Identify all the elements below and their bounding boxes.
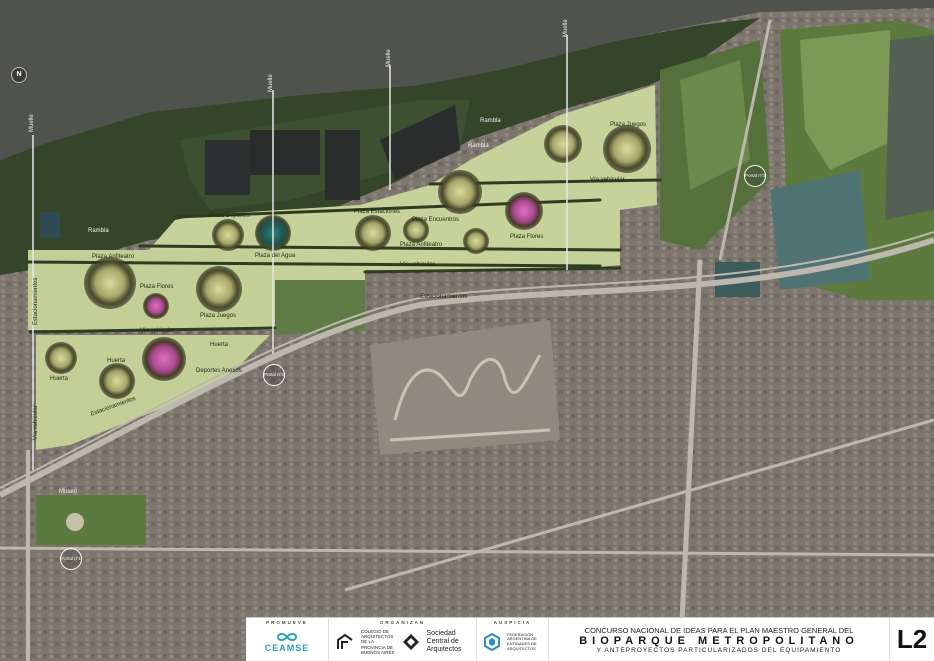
via-vehicular-label: Vía vehicular — [33, 405, 39, 440]
master-plan-map: N Muelle Muelle Muelle Muelle Rambla Ram… — [0, 0, 934, 661]
pier-label: Muelle — [268, 74, 274, 92]
promoter-block: PROMUEVE CEAMSE — [264, 620, 310, 653]
colegio-name: COLEGIO DE ARQUITECTOS DE LA PROVINCIA DE BU… — [361, 629, 395, 655]
plaza-anfiteatro-label: Plaza Anfiteatro — [400, 242, 443, 248]
plaza-juegos-label: Plaza Juegos — [200, 313, 237, 319]
via-vehicular-label: Vía vehicular — [140, 328, 175, 334]
competition-title: CONCURSO NACIONAL DE IDEAS PARA EL PLAN … — [548, 618, 889, 661]
title-line-1: CONCURSO NACIONAL DE IDEAS PARA EL PLAN … — [584, 625, 854, 635]
plaza-flores-label: Plaza Flores — [140, 284, 174, 290]
rambla-label: Rambla — [88, 228, 109, 234]
ceamse-name: CEAMSE — [264, 642, 310, 653]
portal-2-marker[interactable]: Portal nº2 — [263, 364, 285, 386]
colegio-logo-icon — [337, 633, 353, 649]
plaza-flores-label: Plaza Flores — [510, 234, 544, 240]
via-vehicular-label: Vía vehicular — [590, 177, 625, 183]
pond — [325, 130, 360, 200]
sca-logo-icon — [402, 634, 419, 650]
plaza-encuentros-label: Plaza Encuentros — [412, 217, 460, 223]
huerta-label: Huerta — [210, 342, 229, 348]
sca-name: Sociedad Central de Arquitectos — [426, 630, 462, 653]
estacionamientos-label: Estacionamientos — [420, 294, 468, 300]
pond — [205, 140, 250, 195]
north-arrow: N — [11, 67, 27, 83]
via-vehicular-label: Vía vehicular — [400, 262, 435, 268]
fadea-logo-icon — [484, 633, 500, 651]
portal-1-marker[interactable]: Portal nº1 — [60, 548, 82, 570]
pond — [250, 130, 320, 175]
pier-label: Muelle — [386, 49, 392, 67]
huerta-label: Huerta — [50, 376, 69, 382]
deportes-anexos-label: Deportes Anexos — [196, 368, 242, 374]
fadea-name: FEDERACIÓN ARGENTINA DE ENTIDADES DE ARQUIT… — [507, 631, 537, 651]
organizers-block: ORGANIZAN COLEGIO DE ARQUITECTOS DE LA PROV… — [328, 618, 476, 661]
huerta-label: Huerta — [107, 358, 126, 364]
rambla-label: Rambla — [468, 143, 489, 149]
pier-label: Muelle — [29, 114, 35, 132]
portal-3-marker[interactable]: Portal nº3 — [744, 165, 766, 187]
museo-label: Museo — [59, 489, 78, 495]
ceamse-logo-icon — [276, 632, 298, 641]
plaza-deportes-label: Plaza Deportes — [209, 213, 251, 219]
estacionamientos-label: Estacionamientos — [33, 277, 39, 325]
title-block: PROMUEVE CEAMSE ORGANIZAN COLEGIO DE ARQU… — [246, 617, 934, 661]
title-line-2: BIOPARQUE METROPOLITANO — [579, 634, 859, 647]
sheet-code: L2 — [889, 618, 934, 661]
rambla-label: Rambla — [480, 118, 501, 124]
plaza-estaciones-label: Plaza Estaciones — [354, 209, 401, 215]
title-line-3: Y ANTEPROYECTOS PARTICULARIZADOS DEL EQU… — [596, 646, 842, 654]
sponsor-block: AUSPICIA FEDERACIÓN ARGENTINA DE ENTIDADES… — [476, 618, 548, 661]
plaza-agua-label: Plaza del Agua — [255, 253, 296, 259]
pier-label: Muelle — [563, 19, 569, 37]
plaza-juegos-label: Plaza Juegos — [610, 122, 647, 128]
plaza-anfiteatro-label: Plaza Anfiteatro — [92, 254, 135, 260]
